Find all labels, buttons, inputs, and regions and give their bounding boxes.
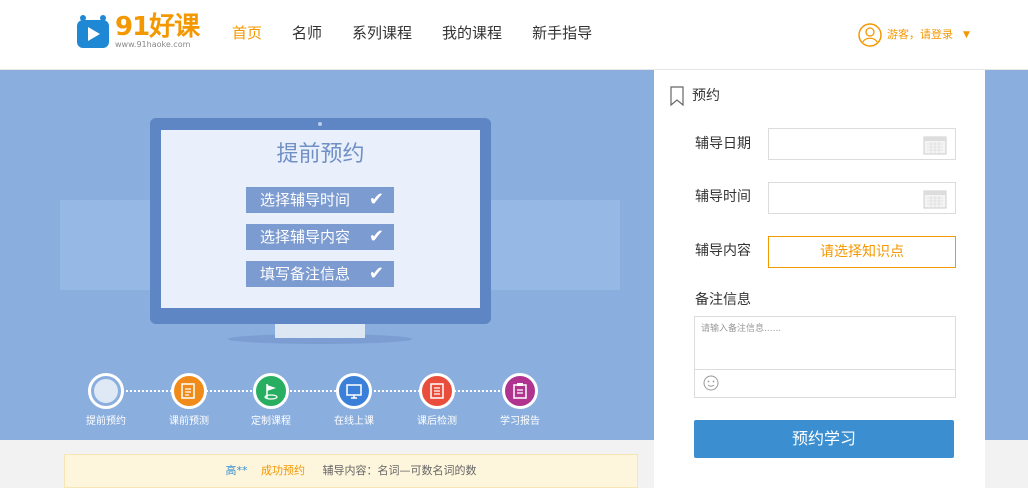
site-header: 91好课 www.91haoke.com 首页 名师 系列课程 我的课程 新手指… [0,0,1028,70]
login-link[interactable]: 游客，请登录 [887,23,953,47]
monitor-stand [275,324,365,338]
booking-panel: 预约 辅导日期 辅导时间 辅导内容 请选择知识点 备注信息 请输入备注信息...… [654,70,985,488]
play-logo-icon [77,15,109,48]
list-icon [419,373,455,409]
booking-notice: 高** 成功预约 辅导内容：名词—可数名词的数 [64,454,638,488]
time-label: 辅导时间 [695,189,751,205]
edit-icon [171,373,207,409]
step-label: 定制课程 [251,416,291,427]
checklist-item: 填写备注信息 ✔ [246,261,394,287]
step-label: 学习报告 [500,416,540,427]
site-logo[interactable]: 91好课 www.91haoke.com [75,10,200,52]
remark-toolbar [694,370,956,398]
report-icon [502,373,538,409]
time-input[interactable] [768,182,956,214]
step-label: 在线上课 [334,416,374,427]
nav-home[interactable]: 首页 [232,22,262,44]
main-nav: 首页 名师 系列课程 我的课程 新手指导 [232,22,622,44]
notice-status: 成功预约 [261,464,305,477]
step-label: 课后检测 [417,416,457,427]
nav-teachers[interactable]: 名师 [292,22,322,44]
monitor-icon [336,373,372,409]
nav-my-courses[interactable]: 我的课程 [442,22,502,44]
step-study-report: 学习报告 [485,373,555,429]
book-study-button[interactable]: 预约学习 [694,420,954,458]
panel-header: 预约 [670,86,720,106]
step-label: 课前预测 [169,416,209,427]
checklist-label: 选择辅导内容 [260,228,351,246]
checklist-label: 选择辅导时间 [260,191,351,209]
step-post-test: 课后检测 [402,373,472,429]
checklist-item: 选择辅导时间 ✔ [246,187,394,213]
checklist-item: 选择辅导内容 ✔ [246,224,394,250]
step-label: 提前预约 [86,416,126,427]
bookmark-icon [670,86,684,106]
emoji-icon[interactable] [703,375,719,391]
notice-user: 高** [225,464,248,477]
logo-text: 91好课 [115,12,200,42]
calendar-icon[interactable] [923,189,947,209]
logo-url: www.91haoke.com [115,40,191,49]
user-avatar-icon [858,23,882,47]
remark-label: 备注信息 [695,292,751,308]
chevron-down-icon[interactable]: ▼ [963,23,970,47]
checkmark-icon: ✔ [368,263,384,284]
checklist-label: 填写备注信息 [260,265,351,283]
step-pre-test: 课前预测 [154,373,224,429]
nav-series-courses[interactable]: 系列课程 [352,22,412,44]
nav-beginner-guide[interactable]: 新手指导 [532,22,592,44]
monitor-camera [318,122,322,126]
remark-textarea[interactable]: 请输入备注信息...... [694,316,956,370]
step-custom-course: 定制课程 [236,373,306,429]
screen-title: 提前预约 [276,142,365,167]
panel-title: 预约 [692,88,720,104]
content-label: 辅导内容 [695,243,751,259]
notice-detail: 辅导内容：名词—可数名词的数 [322,464,477,477]
circle-icon [88,373,124,409]
calendar-icon[interactable] [923,135,947,155]
user-login-menu[interactable]: 游客，请登录 ▼ [858,23,970,47]
step-online-class: 在线上课 [319,373,389,429]
checkmark-icon: ✔ [368,226,384,247]
checkmark-icon: ✔ [368,189,384,210]
date-input[interactable] [768,128,956,160]
step-book-ahead: 提前预约 [71,373,141,429]
date-label: 辅导日期 [695,136,751,152]
flag-icon [253,373,289,409]
select-knowledge-button[interactable]: 请选择知识点 [768,236,956,268]
